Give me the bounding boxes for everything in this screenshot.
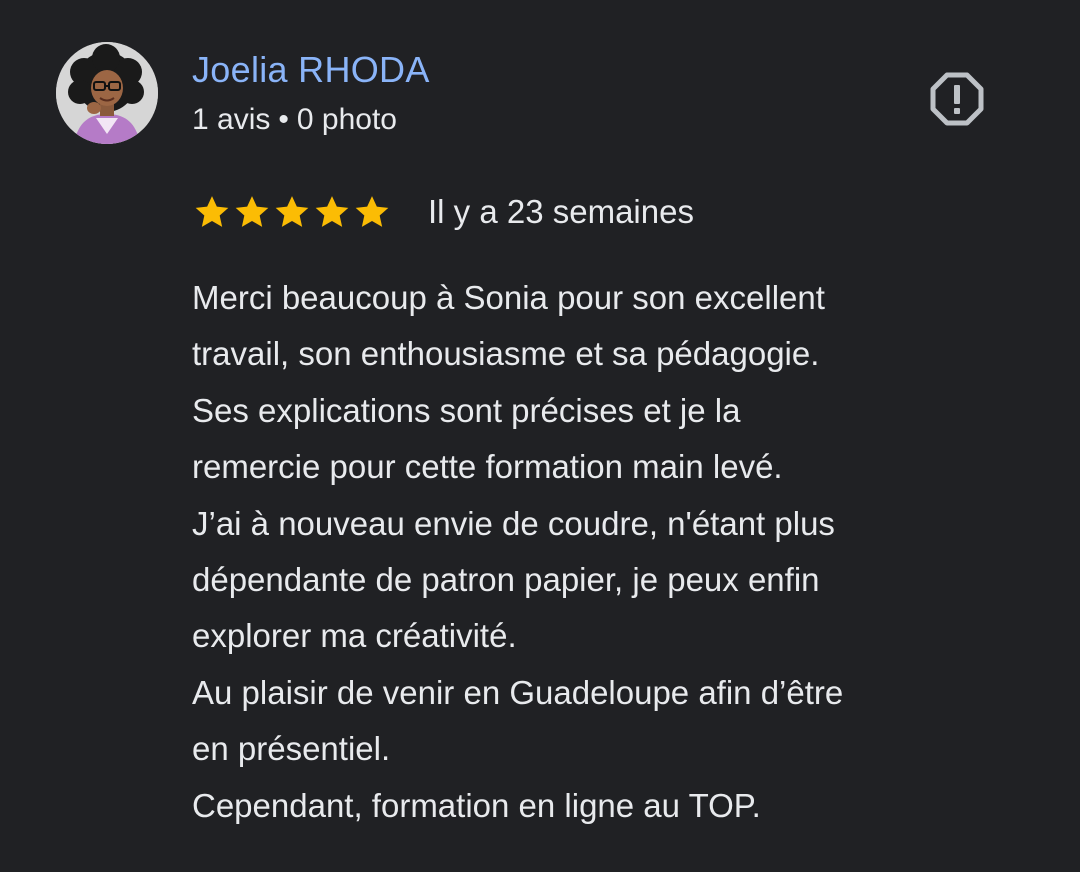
review-text-line: en présentiel.: [192, 730, 391, 768]
author-stats: 1 avis • 0 photo: [192, 100, 397, 140]
review-text-line: explorer ma créativité.: [192, 617, 517, 655]
star-icon: [195, 196, 229, 227]
review-card: Joelia RHODA 1 avis • 0 photo Il y a 23 se…: [0, 0, 1080, 872]
review-text-line: Cependant, formation en ligne au TOP.: [192, 786, 761, 824]
reviews-count: 1 avis: [192, 103, 271, 136]
meta-separator: •: [278, 103, 289, 136]
review-text-line: travail, son enthousiasme et sa pédagogi…: [192, 335, 820, 373]
review-text: Merci beaucoup à Sonia pour son excellen…: [192, 270, 1052, 834]
review-text-line: remercie pour cette formation main levé.: [192, 448, 783, 486]
avatar[interactable]: [56, 42, 158, 144]
review-text-line: Merci beaucoup à Sonia pour son excellen…: [192, 279, 825, 316]
star-icon: [315, 196, 349, 227]
star-icon: [235, 196, 269, 227]
report-button[interactable]: [928, 70, 986, 128]
avatar-image: [56, 42, 158, 144]
photos-count: 0 photo: [296, 103, 397, 136]
star-icon: [355, 196, 389, 227]
author-name[interactable]: Joelia RHODA: [192, 48, 430, 92]
star-icon: [275, 196, 309, 227]
review-text-line: Au plaisir de venir en Guadeloupe afin d…: [192, 673, 844, 711]
review-text-line: Ses explications sont précises et je la: [192, 391, 741, 429]
review-text-line: J’ai à nouveau envie de coudre, n'étant …: [192, 504, 835, 542]
rating-row: Il y a 23 semaines: [192, 190, 694, 234]
review-date: Il y a 23 semaines: [428, 193, 694, 230]
star-rating: [192, 192, 392, 232]
review-text-line: dépendante de patron papier, je peux enf…: [192, 561, 820, 599]
report-octagon-icon: [930, 72, 984, 126]
